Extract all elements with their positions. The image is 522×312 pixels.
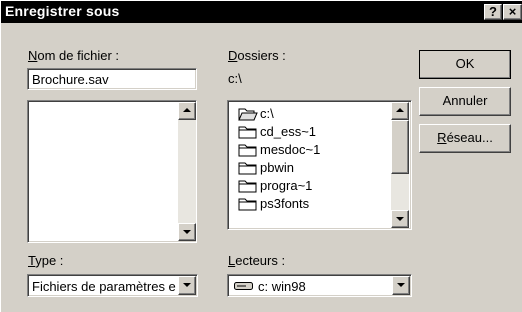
cancel-button[interactable]: Annuler	[419, 87, 511, 116]
folder-name: mesdoc~1	[260, 142, 321, 157]
file-name-label: Nom de fichier :	[28, 48, 120, 63]
drives-select[interactable]: c: win98	[227, 274, 412, 297]
type-dropdown-button[interactable]	[178, 276, 196, 295]
current-path: c:\	[228, 71, 242, 86]
folders-label: Dossiers :	[228, 48, 286, 63]
folder-name: progra~1	[260, 178, 313, 193]
folder-name: cd_ess~1	[260, 124, 317, 139]
folder-icon	[238, 126, 257, 139]
file-list-scrollbar[interactable]	[178, 102, 196, 241]
arrow-down-icon	[183, 230, 191, 234]
help-button[interactable]: ?	[484, 4, 502, 20]
network-button[interactable]: Réseau...	[419, 124, 511, 153]
drives-label: Lecteurs :	[228, 253, 286, 268]
file-list[interactable]	[27, 100, 197, 243]
network-button-label: Réseau...	[437, 130, 493, 145]
close-icon: ×	[508, 4, 517, 19]
folder-name: pbwin	[260, 160, 294, 175]
folder-icon	[238, 144, 257, 157]
open-folder-icon	[238, 108, 258, 121]
chevron-down-icon	[183, 283, 191, 287]
drives-select-value: c: win98	[258, 279, 306, 294]
folder-icon	[238, 162, 257, 175]
help-icon: ?	[489, 4, 497, 19]
folder-name: c:\	[260, 106, 274, 121]
scroll-up-button[interactable]	[178, 102, 196, 120]
folder-name: ps3fonts	[260, 196, 310, 211]
file-name-value: Brochure.sav	[32, 72, 109, 87]
close-button[interactable]: ×	[503, 4, 522, 20]
title-bar: Enregistrer sous ? ×	[1, 1, 522, 23]
type-select-value: Fichiers de paramètres e	[32, 279, 176, 294]
ok-button[interactable]: OK	[419, 50, 511, 79]
save-as-dialog: Enregistrer sous ? × Nom de fichier : Br…	[0, 0, 522, 312]
window-title: Enregistrer sous	[5, 3, 120, 19]
drives-dropdown-button[interactable]	[392, 276, 410, 295]
arrow-up-icon	[183, 108, 191, 112]
arrow-up-icon	[396, 108, 404, 112]
arrow-down-icon	[396, 217, 404, 221]
chevron-down-icon	[397, 283, 405, 287]
ok-button-label: OK	[455, 56, 475, 71]
scroll-down-button[interactable]	[391, 210, 409, 228]
folder-icon	[238, 198, 257, 211]
drive-icon	[234, 282, 253, 290]
folder-list-scrollbar[interactable]	[391, 102, 409, 228]
scroll-down-button[interactable]	[178, 223, 196, 241]
folder-icon	[238, 180, 257, 193]
scroll-up-button[interactable]	[391, 102, 409, 120]
cancel-button-label: Annuler	[442, 93, 488, 108]
folder-list[interactable]: c:\ cd_ess~1 mesdoc~1 pbwin progra~1 ps3…	[227, 100, 412, 230]
scroll-thumb[interactable]	[391, 120, 409, 174]
type-select[interactable]: Fichiers de paramètres e	[27, 274, 198, 297]
type-label: Type :	[28, 253, 64, 268]
file-name-input[interactable]: Brochure.sav	[27, 68, 197, 90]
